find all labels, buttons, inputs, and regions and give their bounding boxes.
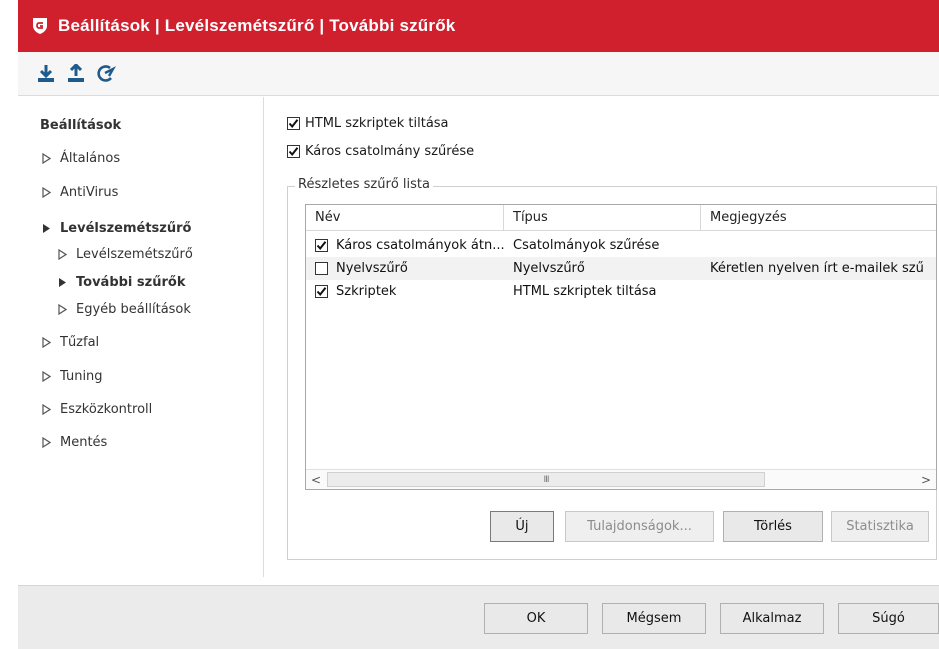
column-header-note[interactable]: Megjegyzés (701, 205, 936, 231)
sidebar-item-label: AntiVirus (60, 185, 119, 200)
list-row[interactable]: Szkriptek HTML szkriptek tiltása (306, 280, 936, 303)
sidebar-item-label: Levélszemétszűrő (60, 221, 192, 236)
sidebar-subitem-egyeb-beallitasok[interactable]: Egyéb beállítások (56, 302, 191, 317)
export-icon[interactable] (64, 60, 88, 88)
sidebar-item-label: Mentés (60, 435, 108, 450)
sidebar-item-label: Tűzfal (60, 335, 100, 350)
expand-arrow-icon (40, 371, 52, 383)
sidebar: Beállítások Általános AntiVirus Levélsze… (18, 97, 264, 577)
reset-icon[interactable] (94, 60, 118, 88)
sidebar-subitem-tovabbi-szurok[interactable]: További szűrők (56, 275, 185, 290)
horizontal-scrollbar[interactable]: < III > (306, 469, 936, 489)
list-row[interactable]: Káros csatolmányok átn... Csatolmányok s… (306, 234, 936, 257)
row-type: Nyelvszűrő (513, 261, 585, 276)
attachment-filter-checkbox[interactable]: Káros csatolmány szűrése (287, 144, 474, 159)
row-name: Szkriptek (336, 284, 397, 299)
list-header: Név Típus Megjegyzés (306, 205, 936, 231)
sidebar-item-label: Általános (60, 151, 121, 166)
scroll-thumb[interactable]: III (327, 472, 765, 487)
sidebar-header: Beállítások (40, 118, 122, 133)
row-type: Csatolmányok szűrése (513, 238, 660, 253)
help-button[interactable]: Súgó (838, 603, 939, 634)
row-note (710, 280, 936, 303)
import-icon[interactable] (34, 60, 58, 88)
checkbox-checked-icon (287, 145, 300, 158)
expand-arrow-icon (40, 337, 52, 349)
checkbox-checked-icon (287, 117, 300, 130)
sidebar-item-altalanos[interactable]: Általános (40, 151, 120, 166)
row-checkbox[interactable] (315, 285, 328, 298)
column-header-type[interactable]: Típus (504, 205, 701, 231)
row-name: Káros csatolmányok átn... (336, 238, 504, 253)
sidebar-item-levelszemetszuro[interactable]: Levélszemétszűrő (40, 221, 191, 236)
row-name: Nyelvszűrő (336, 261, 408, 276)
gdata-logo-icon (32, 17, 48, 35)
expanded-arrow-icon (40, 223, 52, 235)
title-bar: Beállítások | Levélszemétszűrő | További… (18, 0, 939, 52)
row-note: Kéretlen nyelven írt e-mailek szű (710, 261, 924, 276)
expand-arrow-icon (40, 404, 52, 416)
filter-list-group-label: Részletes szűrő lista (295, 177, 433, 192)
row-note (710, 234, 936, 257)
row-type: HTML szkriptek tiltása (513, 284, 657, 299)
dialog-footer: OK Mégsem Alkalmaz Súgó (18, 585, 939, 649)
expand-arrow-icon (56, 249, 68, 261)
list-row[interactable]: Nyelvszűrő Nyelvszűrő Kéretlen nyelven í… (306, 257, 936, 280)
filter-list[interactable]: Név Típus Megjegyzés Káros csatolmányok … (305, 204, 937, 490)
window-title: Beállítások | Levélszemétszűrő | További… (58, 16, 456, 35)
delete-button[interactable]: Törlés (723, 511, 823, 542)
sidebar-subitem-levelszemetszuro[interactable]: Levélszemétszűrő (56, 247, 193, 262)
sidebar-item-label: Levélszemétszűrő (76, 247, 193, 262)
attachment-filter-label: Káros csatolmány szűrése (305, 144, 475, 159)
sidebar-item-antivirus[interactable]: AntiVirus (40, 185, 118, 200)
ok-button[interactable]: OK (484, 603, 588, 634)
sidebar-item-label: További szűrők (76, 275, 186, 290)
html-scripts-label: HTML szkriptek tiltása (305, 116, 449, 131)
expand-arrow-icon (40, 153, 52, 165)
cancel-button[interactable]: Mégsem (602, 603, 706, 634)
column-header-name[interactable]: Név (306, 205, 504, 231)
apply-button[interactable]: Alkalmaz (720, 603, 824, 634)
expand-arrow-icon (56, 304, 68, 316)
expand-arrow-icon (40, 187, 52, 199)
row-checkbox[interactable] (315, 262, 328, 275)
sidebar-item-mentes[interactable]: Mentés (40, 435, 107, 450)
statistics-button[interactable]: Statisztika (831, 511, 929, 542)
scroll-right-button[interactable]: > (917, 471, 935, 489)
sidebar-item-tuning[interactable]: Tuning (40, 369, 103, 384)
sidebar-item-label: Egyéb beállítások (76, 302, 191, 317)
expand-arrow-icon (40, 437, 52, 449)
html-scripts-checkbox[interactable]: HTML szkriptek tiltása (287, 116, 449, 131)
sidebar-item-eszkozkontroll[interactable]: Eszközkontroll (40, 402, 152, 417)
toolbar (18, 52, 939, 96)
sidebar-item-label: Tuning (60, 369, 103, 384)
scroll-left-button[interactable]: < (307, 471, 325, 489)
selected-arrow-icon (56, 277, 68, 289)
properties-button[interactable]: Tulajdonságok... (565, 511, 714, 542)
sidebar-item-tuzfal[interactable]: Tűzfal (40, 335, 99, 350)
main-panel: HTML szkriptek tiltása Káros csatolmány … (265, 97, 939, 577)
scroll-grip: III (543, 475, 550, 485)
new-button[interactable]: Új (490, 511, 554, 542)
row-checkbox[interactable] (315, 239, 328, 252)
sidebar-item-label: Eszközkontroll (60, 402, 153, 417)
